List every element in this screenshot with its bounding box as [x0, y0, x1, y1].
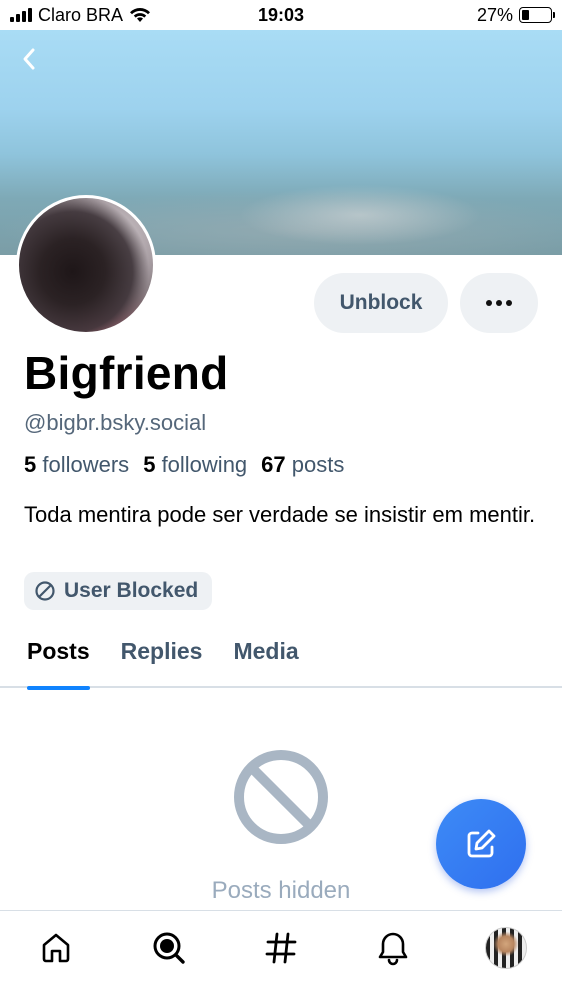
compose-icon [467, 829, 496, 858]
status-bar: Claro BRA 19:03 27% [0, 0, 562, 30]
tab-media[interactable]: Media [233, 622, 298, 680]
battery-icon [518, 7, 555, 23]
more-options-button[interactable] [460, 273, 538, 333]
chevron-left-icon [23, 48, 35, 70]
following-stat[interactable]: 5 following [143, 452, 247, 478]
battery-fill [521, 10, 530, 20]
posts-hidden-icon [234, 750, 328, 844]
followers-stat[interactable]: 5 followers [24, 452, 129, 478]
followers-label: followers [42, 452, 130, 477]
wifi-icon [130, 7, 151, 22]
clock: 19:03 [257, 4, 305, 25]
ellipsis-dot [496, 300, 502, 306]
profile-tabs: Posts Replies Media [0, 630, 562, 690]
nav-notifications[interactable] [363, 927, 423, 969]
signal-icon [10, 8, 32, 22]
profile-stats: 5 followers 5 following 67 posts [24, 452, 344, 478]
nav-search[interactable] [139, 927, 199, 969]
following-count: 5 [143, 452, 156, 477]
followers-count: 5 [24, 452, 37, 477]
carrier-label: Claro BRA [38, 4, 124, 25]
tab-posts[interactable]: Posts [27, 622, 90, 690]
posts-stat: 67 posts [261, 452, 344, 478]
nav-profile[interactable] [476, 927, 536, 969]
ellipsis-icon [486, 300, 492, 306]
profile-handle: @bigbr.bsky.social [24, 410, 207, 435]
posts-count: 67 [261, 452, 286, 477]
display-name: Bigfriend [24, 347, 229, 399]
search-icon [153, 932, 185, 964]
profile-avatar [484, 927, 527, 969]
unblock-button[interactable]: Unblock [314, 273, 448, 333]
blocked-badge-label: User Blocked [64, 579, 199, 602]
home-icon [42, 933, 70, 963]
status-right: 27% [372, 4, 555, 26]
posts-label: posts [291, 452, 345, 477]
ellipsis-dot [506, 300, 512, 306]
profile-avatar[interactable] [16, 195, 156, 335]
user-blocked-badge: User Blocked [24, 572, 213, 610]
bell-icon [379, 932, 408, 966]
nav-feeds[interactable] [251, 927, 311, 969]
following-label: following [161, 452, 248, 477]
block-icon [35, 581, 55, 601]
tab-replies[interactable]: Replies [121, 622, 203, 680]
nav-home[interactable] [26, 927, 86, 969]
back-button[interactable] [14, 44, 44, 74]
hashtag-icon [265, 932, 297, 964]
battery-percent: 27% [476, 4, 513, 25]
status-left: Claro BRA [10, 5, 190, 26]
bottom-nav [0, 910, 562, 1000]
compose-button[interactable] [436, 799, 526, 889]
profile-bio: Toda mentira pode ser verdade se insisti… [24, 502, 536, 527]
